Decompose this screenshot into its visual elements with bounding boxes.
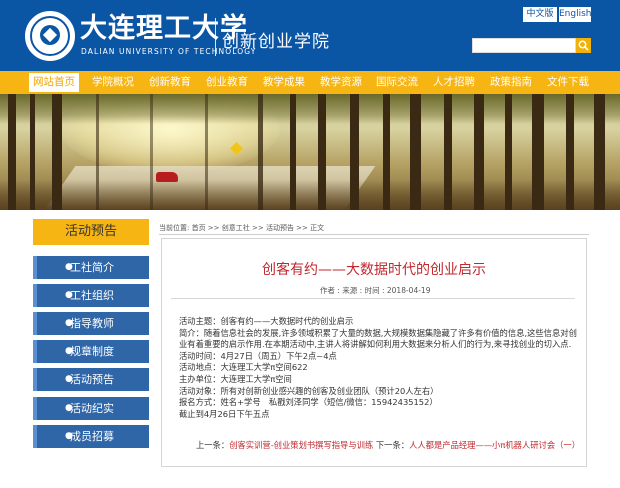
nav-item-teaching-resources[interactable]: 教学资源	[320, 71, 362, 94]
lang-chinese-link[interactable]: 中文版	[523, 7, 557, 22]
next-label: 下一条：	[373, 440, 410, 450]
nav-item-home[interactable]: 网站首页	[29, 73, 79, 92]
bullet-icon: ●	[65, 318, 73, 328]
header-divider	[215, 18, 216, 56]
nav-item-innovation-edu[interactable]: 创新教育	[149, 71, 191, 94]
search-icon	[578, 40, 589, 51]
sidebar-item-label: 指导教师	[70, 317, 114, 330]
banner-tree	[290, 94, 296, 210]
sidebar-item-label: 活动预告	[70, 373, 114, 386]
logo-emblem	[40, 25, 60, 45]
breadcrumb-divider	[159, 234, 589, 235]
sidebar-item-rules[interactable]: ● 规章制度	[33, 340, 149, 363]
bullet-icon: ●	[65, 403, 73, 413]
nav-item-international[interactable]: 国际交流	[376, 71, 418, 94]
bullet-icon: ●	[65, 262, 73, 272]
banner-car	[156, 172, 178, 182]
sidebar-item-intro[interactable]: ● 工社简介	[33, 256, 149, 279]
article-divider	[171, 298, 575, 299]
banner-ground	[0, 180, 620, 210]
banner-tree	[505, 94, 512, 210]
article-paragraph: 活动时间：4月27日（周五）下午2点~4点	[179, 350, 337, 361]
banner-tree	[318, 94, 326, 210]
next-article-link[interactable]: 人人都是产品经理——小π机器人研讨会（一）	[409, 440, 580, 450]
sidebar-item-event-records[interactable]: ● 活动纪实	[33, 397, 149, 420]
article-paragraph: 活动对象：所有对创新创业感兴趣的创客及创业团队（预计20人左右）	[179, 385, 439, 396]
sidebar-item-label: 工社组织	[70, 289, 114, 302]
banner-foliage	[0, 94, 620, 124]
main-nav: 网站首页 学院概况 创新教育 创业教育 教学成果 教学资源 国际交流 人才招聘 …	[0, 71, 620, 94]
banner-tree	[383, 94, 390, 210]
search-input[interactable]	[472, 38, 576, 53]
banner-tree	[474, 94, 484, 210]
nav-item-entrepreneurship-edu[interactable]: 创业教育	[206, 71, 248, 94]
banner-tree	[30, 94, 35, 210]
search-button[interactable]	[576, 38, 591, 53]
banner-tree	[52, 94, 62, 210]
article-paragraph: 截止到4月26日下午五点	[179, 408, 270, 419]
sidebar-item-label: 工社简介	[70, 261, 114, 274]
bullet-icon: ●	[65, 374, 73, 384]
sidebar-title: 活动预告	[33, 219, 149, 245]
banner-tree	[444, 94, 452, 210]
school-name[interactable]: 创新创业学院	[222, 27, 330, 52]
article-title: 创客有约——大数据时代的创业启示	[262, 262, 486, 278]
article-paragraph: 活动地点：大连理工大学π空间622	[179, 362, 308, 373]
nav-item-teaching-results[interactable]: 教学成果	[263, 71, 305, 94]
nav-item-policy-guide[interactable]: 政策指南	[490, 71, 532, 94]
banner-tree	[594, 94, 605, 210]
bullet-icon: ●	[65, 346, 73, 356]
sidebar-item-member-recruit[interactable]: ● 成员招募	[33, 425, 149, 448]
article-meta: 作者 : 来源 : 时间 : 2018-04-19	[320, 286, 431, 295]
forest-road-banner-image	[0, 94, 620, 210]
article-paragraph: 主办单位：大连理工大学π空间	[179, 373, 292, 384]
banner-tree	[566, 94, 574, 210]
nav-item-downloads[interactable]: 文件下载	[547, 71, 589, 94]
university-logo-icon[interactable]	[25, 11, 75, 61]
article-paragraph: 简介：随着信息社会的发展,许多领域积累了大量的数据,大规模数据集隐藏了许多有价值…	[179, 327, 577, 350]
bullet-icon: ●	[65, 290, 73, 300]
banner-tree	[150, 94, 153, 210]
prev-article-link[interactable]: 创客实训营-创业策划书撰写指导与训练	[229, 440, 373, 450]
banner-tree	[205, 94, 208, 210]
prev-label: 上一条：	[196, 440, 230, 450]
sidebar-item-label: 活动纪实	[70, 402, 114, 415]
banner-tree	[96, 94, 99, 210]
banner-tree	[8, 94, 16, 210]
sidebar-item-organization[interactable]: ● 工社组织	[33, 284, 149, 307]
nav-item-recruitment[interactable]: 人才招聘	[433, 71, 475, 94]
article-paragraph: 活动主题：创客有约——大数据时代的创业启示	[179, 316, 354, 326]
article-paragraph: 报名方式：姓名+学号 私戳刘泽同学（短信/微信：15942435152）	[179, 397, 438, 408]
sidebar-item-label: 规章制度	[70, 345, 114, 358]
article-body: 活动主题：创客有约——大数据时代的创业启示 简介：随着信息社会的发展,许多领域积…	[179, 316, 577, 420]
article-pager: 上一条：创客实训营-创业策划书撰写指导与训练 下一条：人人都是产品经理——小π机…	[196, 439, 580, 451]
sidebar-item-label: 成员招募	[70, 430, 114, 443]
banner-tree	[258, 94, 263, 210]
banner-tree	[350, 94, 359, 210]
lang-english-link[interactable]: English	[559, 7, 592, 22]
sidebar-item-advisors[interactable]: ● 指导教师	[33, 312, 149, 335]
bullet-icon: ●	[65, 431, 73, 441]
site-header: 大连理工大学 DALIAN UNIVERSITY OF TECHNOLOGY 创…	[0, 0, 620, 71]
sidebar-item-event-preview[interactable]: ● 活动预告	[33, 368, 149, 391]
banner-tree	[532, 94, 544, 210]
banner-tree	[410, 94, 421, 210]
breadcrumb[interactable]: 当前位置: 首页 >> 创意工社 >> 活动预告 >> 正文	[159, 223, 324, 233]
nav-item-about[interactable]: 学院概况	[92, 71, 134, 94]
